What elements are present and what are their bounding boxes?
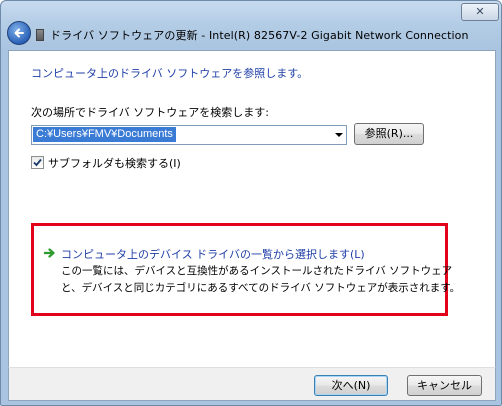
chevron-down-icon[interactable] [335, 133, 343, 137]
description-line-2: と、デバイスと同じカテゴリにあるすべてのドライバ ソフトウェアが表示されます。 [61, 282, 461, 294]
include-subfolders-label: サブフォルダも検索する(I) [48, 157, 181, 170]
include-subfolders-checkbox[interactable] [31, 156, 44, 169]
dialog-window: ✕ ドライバ ソフトウェアの更新 - Intel(R) 82567V-2 Gig… [0, 0, 502, 406]
path-combobox[interactable]: C:¥Users¥FMV¥Documents [31, 125, 347, 145]
path-input[interactable]: C:¥Users¥FMV¥Documents [33, 127, 176, 142]
dialog-title: ドライバ ソフトウェアの更新 - Intel(R) 82567V-2 Gigab… [50, 29, 469, 42]
pick-from-list-link[interactable]: コンピュータ上のデバイス ドライバの一覧から選択します(L) [61, 246, 365, 262]
checkmark-icon [33, 158, 42, 167]
description-line-1: この一覧には、デバイスと互換性があるインストールされたドライバ ソフトウェア [61, 265, 453, 277]
button-bar: 次へ(N) キャンセル [8, 367, 496, 401]
back-arrow-icon [14, 28, 24, 38]
close-button[interactable]: ✕ [461, 3, 499, 21]
browse-button[interactable]: 参照(R)... [354, 123, 424, 145]
network-device-icon [36, 29, 44, 41]
page-heading: コンピュータ上のドライバ ソフトウェアを参照します。 [31, 67, 309, 80]
next-button[interactable]: 次へ(N) [314, 375, 388, 396]
green-arrow-icon [44, 248, 55, 258]
close-icon: ✕ [475, 5, 485, 18]
cancel-button[interactable]: キャンセル [407, 375, 482, 396]
search-location-label: 次の場所でドライバ ソフトウェアを検索します: [31, 106, 269, 119]
content-panel: コンピュータ上のドライバ ソフトウェアを参照します。 次の場所でドライバ ソフト… [8, 50, 496, 368]
pick-from-list-description: この一覧には、デバイスと互換性があるインストールされたドライバ ソフトウェア と… [61, 263, 460, 297]
back-button[interactable] [7, 21, 31, 45]
